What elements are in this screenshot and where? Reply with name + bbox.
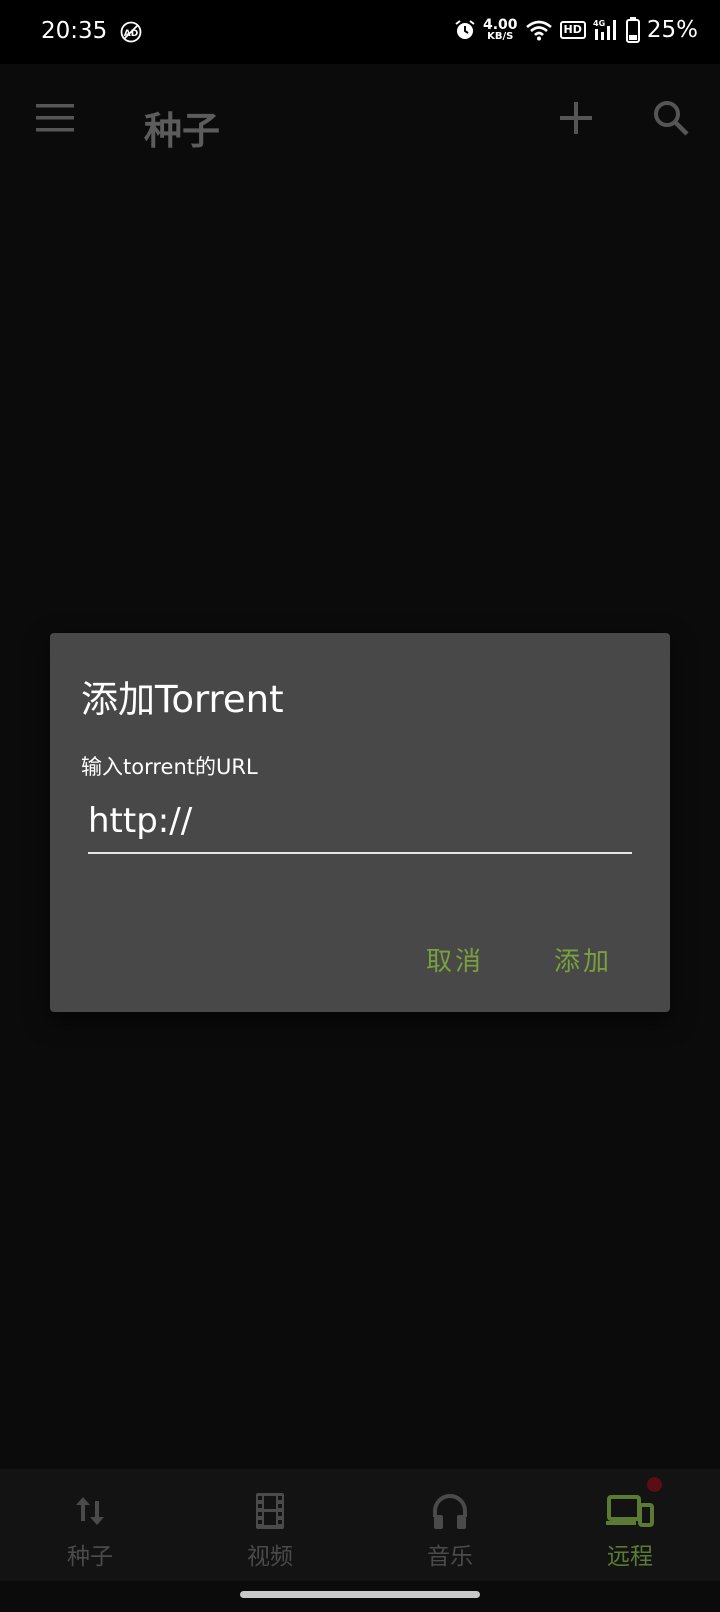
add-icon[interactable] bbox=[558, 100, 594, 136]
nav-label-remote: 远程 bbox=[607, 1544, 653, 1570]
network-speed: 4.00 KB/S bbox=[483, 18, 518, 42]
page-title: 种子 bbox=[144, 109, 221, 153]
add-button[interactable]: 添加 bbox=[554, 941, 612, 978]
notification-badge bbox=[647, 1477, 662, 1492]
nav-item-music[interactable]: 音乐 bbox=[360, 1469, 540, 1581]
devices-icon bbox=[606, 1495, 654, 1527]
film-icon bbox=[256, 1493, 284, 1529]
speed-value: 4.00 bbox=[482, 17, 518, 33]
bottom-nav: 种子 视频 音乐 远程 bbox=[0, 1469, 720, 1581]
hd-badge: HD bbox=[559, 21, 586, 39]
headphones-icon bbox=[433, 1494, 467, 1529]
wifi-icon bbox=[525, 20, 552, 41]
dialog-label: 输入torrent的URL bbox=[81, 755, 258, 779]
nav-item-video[interactable]: 视频 bbox=[180, 1469, 360, 1581]
nav-label-music: 音乐 bbox=[427, 1544, 473, 1570]
status-bar: 20:35 AD 4.00 KB/S HD 4G 25% bbox=[0, 0, 720, 64]
nav-label-torrents: 种子 bbox=[67, 1544, 113, 1570]
signal-icon: 4G bbox=[593, 19, 616, 40]
url-input[interactable] bbox=[88, 799, 632, 843]
menu-icon[interactable] bbox=[36, 101, 76, 135]
status-right-group: 4.00 KB/S HD 4G 25% bbox=[454, 17, 698, 43]
no-ads-icon: AD bbox=[120, 21, 142, 43]
nav-item-remote[interactable]: 远程 bbox=[540, 1469, 720, 1581]
speed-unit: KB/S bbox=[487, 31, 514, 42]
search-icon[interactable] bbox=[652, 99, 690, 137]
nav-label-video: 视频 bbox=[247, 1544, 293, 1570]
network-type: 4G bbox=[593, 19, 605, 28]
app-toolbar: 种子 bbox=[0, 64, 720, 176]
nav-item-torrents[interactable]: 种子 bbox=[0, 1469, 180, 1581]
dialog-title: 添加Torrent bbox=[81, 678, 284, 721]
status-time: 20:35 bbox=[41, 18, 108, 44]
battery-percent: 25% bbox=[646, 17, 698, 43]
transfer-arrows-icon bbox=[76, 1497, 104, 1525]
input-underline bbox=[88, 852, 632, 854]
add-torrent-dialog: 添加Torrent 输入torrent的URL 取消 添加 bbox=[50, 633, 670, 1012]
home-indicator[interactable] bbox=[240, 1591, 480, 1598]
battery-icon bbox=[625, 17, 640, 43]
alarm-icon bbox=[455, 20, 475, 39]
cancel-button[interactable]: 取消 bbox=[426, 941, 484, 978]
